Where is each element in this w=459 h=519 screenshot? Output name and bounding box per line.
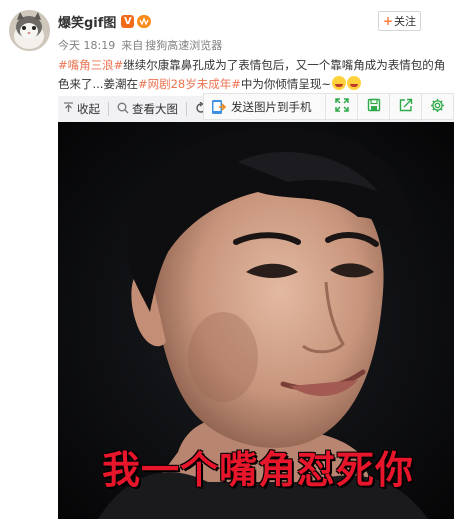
hashtag-link[interactable]: #嘴角三浪# [58, 58, 123, 72]
search-icon [117, 102, 129, 117]
share-panel-actions [325, 94, 453, 119]
view-large-label: 查看大图 [132, 102, 178, 116]
collapse-button[interactable]: 收起 [58, 96, 100, 122]
laugh-emoji-icon [347, 76, 362, 90]
collapse-icon [63, 102, 74, 116]
follow-label: 关注 [394, 15, 417, 28]
save-button[interactable] [357, 94, 389, 119]
username[interactable]: 爆笑gif图 [58, 12, 116, 31]
source-prefix: 来自 [121, 39, 144, 52]
settings-button[interactable] [421, 94, 453, 119]
hashtag-link[interactable]: #网剧28岁未成年# [138, 77, 241, 91]
verified-badge-icon[interactable]: V [121, 14, 135, 28]
plus-icon: + [382, 14, 394, 28]
post-text-segment: 中为你倾情呈现~ [240, 77, 332, 91]
view-large-button[interactable]: 查看大图 [109, 96, 178, 122]
send-to-phone-label[interactable]: 发送图片到手机 [231, 99, 312, 115]
send-to-phone-panel: 发送图片到手机 [203, 93, 454, 120]
avatar[interactable] [9, 10, 50, 51]
phone-send-icon [211, 99, 227, 115]
cat-avatar-image [9, 10, 50, 51]
expand-icon [334, 98, 349, 115]
author-row: 爆笑gif图 V [58, 12, 152, 31]
save-icon [367, 98, 381, 115]
laugh-emoji-icon [332, 76, 347, 90]
vip-badge-icon[interactable] [137, 14, 152, 28]
post-image[interactable]: 我一个嘴角怼死你 [58, 122, 454, 519]
meme-caption: 我一个嘴角怼死你 [101, 448, 414, 492]
expand-button[interactable] [325, 94, 357, 119]
share-button[interactable] [389, 94, 421, 119]
post-text: #嘴角三浪#继续尔康靠鼻孔成为了表情包后，又一个靠嘴角成为表情包的角色来了...… [58, 56, 454, 94]
post-time[interactable]: 今天 18:19 [58, 39, 115, 52]
source-link[interactable]: 搜狗高速浏览器 [145, 39, 222, 52]
settings-icon [430, 98, 445, 116]
follow-button[interactable]: + 关注 [378, 11, 421, 31]
collapse-label: 收起 [77, 102, 100, 116]
post-meta: 今天 18:19 来自 搜狗高速浏览器 [58, 37, 228, 53]
share-icon [399, 98, 413, 115]
